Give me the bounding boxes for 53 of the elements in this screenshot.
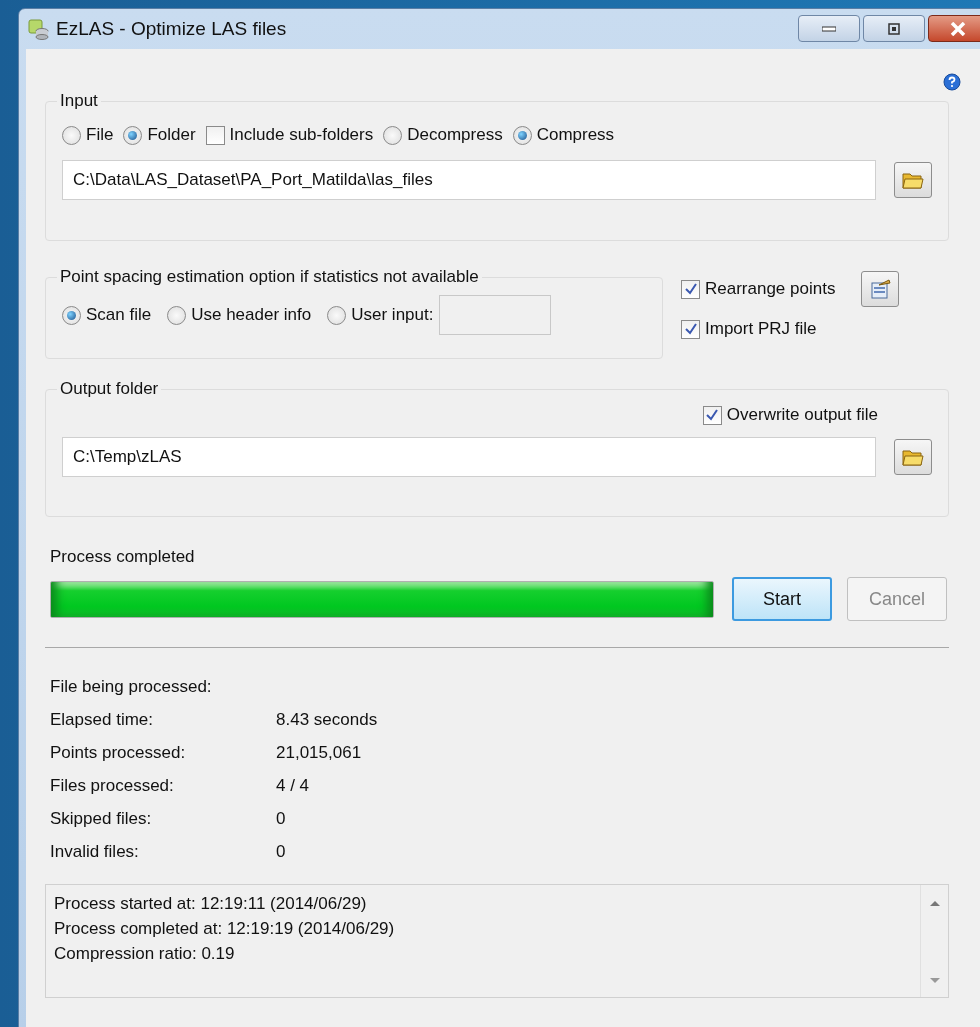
stat-label: Files processed: — [50, 775, 175, 797]
group-label: Output folder — [59, 379, 160, 399]
folder-icon — [902, 447, 924, 467]
radio-option[interactable]: Compress — [512, 125, 615, 145]
log-line: Process started at: 12:19:11 (2014/06/29) — [54, 893, 368, 915]
input-path-field[interactable]: C:\Data\LAS_Dataset\PA_Port_Matilda\las_files — [62, 160, 876, 200]
minimize-icon — [822, 25, 836, 32]
radio-option[interactable]: File — [62, 125, 114, 145]
browse-button[interactable] — [894, 162, 932, 198]
window-title: EzLAS - Optimize LAS files — [56, 18, 287, 40]
scroll-up-icon[interactable] — [928, 899, 941, 907]
help-icon[interactable] — [943, 73, 961, 91]
clipboard-icon — [869, 278, 892, 300]
checkbox-option[interactable]: Overwrite output file — [702, 405, 878, 425]
stat-value: 0 — [276, 808, 287, 830]
checkbox-option[interactable]: Import PRJ file — [681, 319, 836, 339]
stat-label: Elapsed time: — [50, 709, 154, 731]
status-text: Process completed — [50, 547, 196, 567]
app-icon — [28, 18, 50, 40]
minimize-button[interactable] — [798, 15, 860, 42]
stat-label: File being processed: — [50, 676, 213, 698]
group-label: Point spacing estimation option if statistics not available — [59, 267, 480, 287]
browse-button[interactable] — [894, 439, 932, 475]
checkbox-option[interactable]: Rearrange points — [681, 279, 836, 299]
check-icon — [705, 408, 720, 422]
options-button[interactable] — [861, 271, 900, 307]
radio-option[interactable]: Use header info — [167, 305, 312, 325]
radio-option[interactable]: Folder — [123, 125, 196, 145]
checkbox-option[interactable]: Include sub-folders — [205, 125, 374, 145]
folder-icon — [902, 170, 924, 190]
stat-value: 0 — [276, 841, 287, 863]
group-label: Input — [59, 91, 99, 111]
restore-icon — [888, 22, 900, 35]
close-button[interactable] — [928, 15, 980, 42]
log-line: Process completed at: 12:19:19 (2014/06/29) — [54, 918, 396, 940]
check-icon — [683, 282, 698, 296]
scroll-down-icon[interactable] — [928, 977, 941, 985]
stat-label: Invalid files: — [50, 841, 140, 863]
radio-option[interactable]: Scan file — [62, 305, 152, 325]
stat-label: Skipped files: — [50, 808, 153, 830]
user-input-field[interactable] — [439, 295, 552, 335]
radio-option[interactable]: Decompress — [383, 125, 503, 145]
output-path-field[interactable]: C:\Temp\zLAS — [62, 437, 876, 477]
maximize-button[interactable] — [863, 15, 925, 42]
start-button[interactable]: Start — [732, 577, 832, 621]
stat-value: 8.43 seconds — [276, 709, 379, 731]
log-line: Compression ratio: 0.19 — [54, 943, 236, 965]
close-icon — [950, 21, 966, 36]
stat-label: Points processed: — [50, 742, 187, 764]
stat-value: 4 / 4 — [276, 775, 311, 797]
check-icon — [683, 322, 698, 336]
radio-option[interactable]: User input: — [327, 305, 434, 325]
stat-value: 21,015,061 — [276, 742, 363, 764]
